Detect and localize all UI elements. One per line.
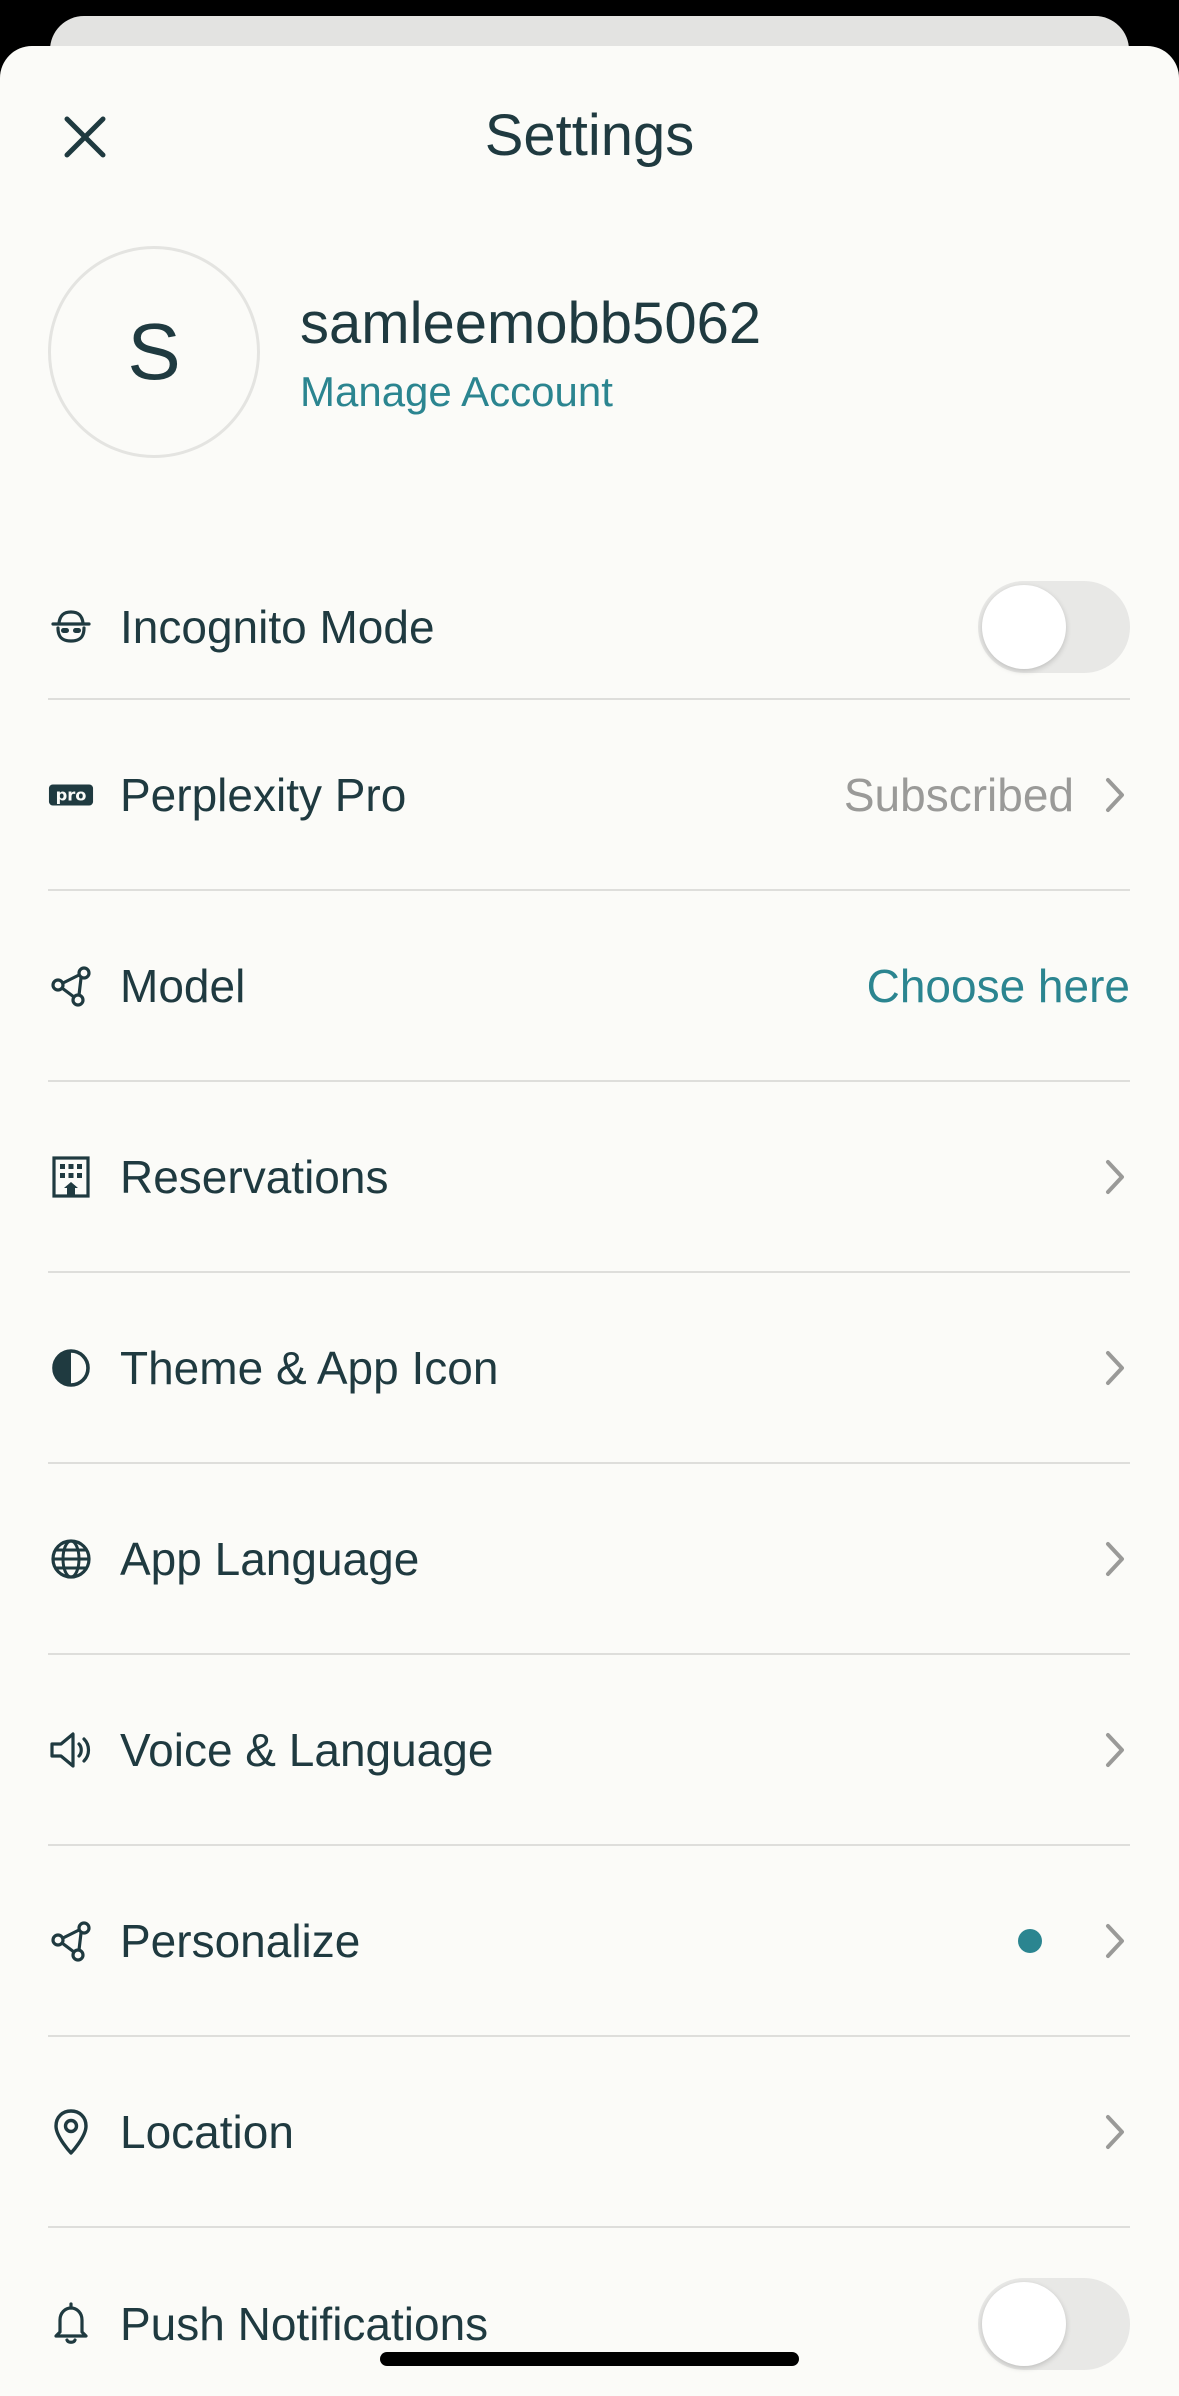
nodes-icon: [48, 963, 94, 1009]
chevron-right-icon: [1100, 2112, 1130, 2152]
settings-row-reservations[interactable]: Reservations: [48, 1082, 1130, 1273]
subscription-status: Subscribed: [843, 768, 1074, 821]
settings-list: Incognito Mode pro Perplexity Pro Subscr…: [48, 556, 1130, 2396]
profile-section: S samleemobb5062 Manage Account: [48, 246, 1148, 466]
settings-sheet: Settings S samleemobb5062 Manage Account…: [0, 46, 1179, 2396]
nodes-icon: [48, 1918, 94, 1964]
reservations-label: Reservations: [120, 1150, 389, 1203]
incognito-icon: [48, 604, 94, 650]
settings-row-personalize[interactable]: Personalize: [48, 1846, 1130, 2037]
push-notifications-toggle[interactable]: [978, 2277, 1130, 2370]
settings-row-model[interactable]: Model Choose here: [48, 891, 1130, 1082]
new-indicator-dot: [1018, 1928, 1042, 1953]
manage-account-link[interactable]: Manage Account: [300, 366, 613, 418]
home-indicator[interactable]: [380, 2352, 799, 2366]
push-notifications-label: Push Notifications: [120, 2297, 489, 2350]
settings-row-location[interactable]: Location: [48, 2037, 1130, 2228]
settings-row-push-notifications[interactable]: Push Notifications: [48, 2228, 1130, 2396]
choose-model-link[interactable]: Choose here: [867, 958, 1130, 1014]
building-icon: [48, 1154, 94, 1200]
chevron-right-icon: [1100, 1157, 1130, 1197]
theme-label: Theme & App Icon: [120, 1341, 499, 1394]
model-label: Model: [120, 959, 246, 1012]
globe-icon: [48, 1536, 94, 1582]
settings-header: Settings: [0, 46, 1179, 216]
app-language-label: App Language: [120, 1532, 420, 1585]
settings-row-perplexity-pro[interactable]: pro Perplexity Pro Subscribed: [48, 700, 1130, 891]
map-pin-icon: [48, 2108, 94, 2155]
half-circle-icon: [48, 1345, 94, 1391]
settings-row-app-language[interactable]: App Language: [48, 1464, 1130, 1655]
chevron-right-icon: [1100, 1539, 1130, 1579]
username: samleemobb5062: [300, 291, 762, 356]
personalize-label: Personalize: [120, 1914, 361, 1967]
page-title: Settings: [484, 103, 695, 168]
chevron-right-icon: [1100, 1348, 1130, 1388]
settings-row-incognito[interactable]: Incognito Mode: [48, 556, 1130, 700]
svg-text:pro: pro: [56, 785, 87, 804]
voice-language-label: Voice & Language: [120, 1723, 494, 1776]
avatar[interactable]: S: [48, 246, 260, 458]
settings-row-voice-language[interactable]: Voice & Language: [48, 1655, 1130, 1846]
incognito-toggle[interactable]: [978, 581, 1130, 673]
speaker-icon: [48, 1727, 94, 1773]
settings-row-theme[interactable]: Theme & App Icon: [48, 1273, 1130, 1464]
chevron-right-icon: [1100, 775, 1130, 815]
chevron-right-icon: [1100, 1730, 1130, 1770]
chevron-right-icon: [1100, 1921, 1130, 1961]
perplexity-pro-label: Perplexity Pro: [120, 768, 407, 821]
toggle-knob: [982, 2281, 1066, 2366]
pro-badge-icon: pro: [48, 772, 94, 818]
incognito-label: Incognito Mode: [120, 601, 435, 653]
bell-icon: [48, 2301, 94, 2347]
avatar-initial: S: [127, 307, 181, 396]
location-label: Location: [120, 2105, 294, 2158]
toggle-knob: [982, 585, 1066, 669]
